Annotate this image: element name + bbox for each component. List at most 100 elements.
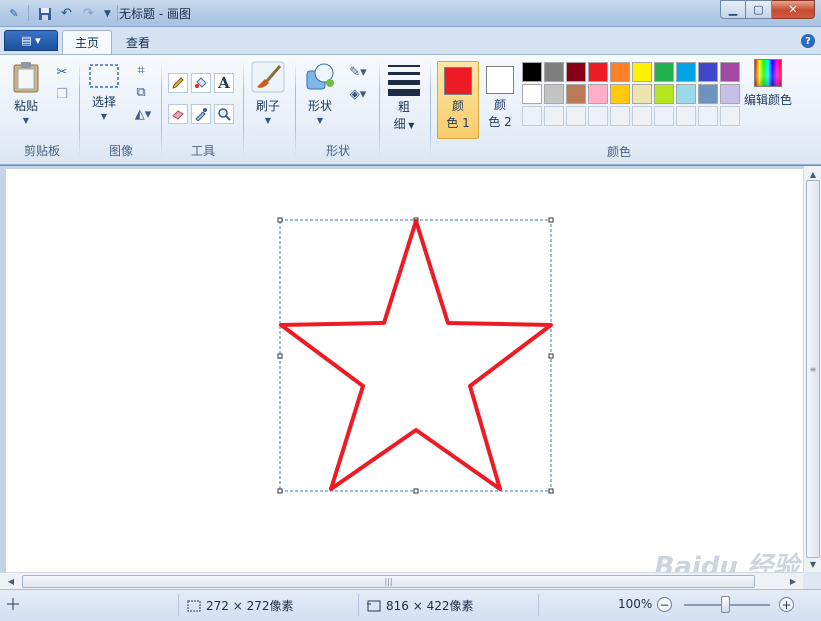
selection-size-item: 272 × 272像素 xyxy=(186,597,294,614)
selection-rectangle-icon xyxy=(89,64,119,88)
palette-swatch[interactable] xyxy=(632,84,652,104)
palette-swatch[interactable] xyxy=(720,84,740,104)
status-bar: 272 × 272像素 816 × 422像素 100% − + xyxy=(0,589,821,621)
scroll-left-icon[interactable]: ◀ xyxy=(3,573,19,589)
tab-home[interactable]: 主页 xyxy=(62,30,113,54)
palette-swatch[interactable] xyxy=(522,62,542,82)
palette-swatch[interactable] xyxy=(676,62,696,82)
palette-swatch[interactable] xyxy=(566,106,586,126)
scroll-right-icon[interactable]: ▶ xyxy=(785,573,801,589)
cut-icon[interactable]: ✂ xyxy=(53,63,71,81)
size-group[interactable]: 粗 细 ▼ xyxy=(382,55,428,163)
edit-colors-label: 编辑颜色 xyxy=(744,93,793,107)
resize-icon[interactable]: ⧉ xyxy=(132,83,150,101)
palette-swatch[interactable] xyxy=(544,106,564,126)
magnifier-icon[interactable] xyxy=(214,104,234,124)
palette-swatch[interactable] xyxy=(566,62,586,82)
palette-swatch[interactable] xyxy=(676,106,696,126)
color2-swatch xyxy=(486,66,514,94)
minimize-button[interactable]: ▁ xyxy=(720,0,746,19)
drawing-canvas[interactable] xyxy=(6,169,803,572)
color-palette xyxy=(521,61,741,127)
palette-swatch[interactable] xyxy=(720,106,740,126)
palette-swatch[interactable] xyxy=(522,84,542,104)
shapes-group: 形状 ▼ ✎▾ ◈▾ 形状 xyxy=(298,55,378,163)
help-icon[interactable]: ? xyxy=(801,34,815,48)
save-icon[interactable] xyxy=(36,5,53,22)
zoom-level: 100% xyxy=(618,597,653,611)
status-separator xyxy=(178,594,179,616)
brushes-button[interactable]: 刷子 ▼ xyxy=(251,61,285,125)
window-controls: ▁ ▢ ✕ xyxy=(720,0,815,19)
palette-swatch[interactable] xyxy=(588,106,608,126)
horizontal-scroll-thumb[interactable]: ||| xyxy=(22,575,755,588)
scroll-down-icon[interactable]: ▼ xyxy=(805,556,821,572)
group-divider xyxy=(243,61,244,157)
group-divider xyxy=(430,61,431,157)
palette-swatch[interactable] xyxy=(654,62,674,82)
palette-swatch[interactable] xyxy=(566,84,586,104)
undo-icon[interactable]: ↶ xyxy=(58,5,75,22)
palette-swatch[interactable] xyxy=(588,84,608,104)
palette-swatch[interactable] xyxy=(654,106,674,126)
palette-swatch[interactable] xyxy=(720,62,740,82)
vertical-scrollbar[interactable]: ▲ ≡ ▼ xyxy=(803,166,821,572)
palette-swatch[interactable] xyxy=(654,84,674,104)
color2-button[interactable]: 颜色 2 xyxy=(479,61,521,139)
zoom-in-button[interactable]: + xyxy=(779,597,794,612)
palette-swatch[interactable] xyxy=(610,62,630,82)
palette-swatch[interactable] xyxy=(698,62,718,82)
status-separator xyxy=(538,594,539,616)
maximize-button[interactable]: ▢ xyxy=(746,0,772,19)
vertical-scroll-thumb[interactable]: ≡ xyxy=(806,180,820,558)
color1-button[interactable]: 颜色 1 xyxy=(437,61,479,139)
palette-swatch[interactable] xyxy=(544,62,564,82)
fill-bucket-icon[interactable] xyxy=(191,73,211,93)
tab-view[interactable]: 查看 xyxy=(114,30,162,54)
crop-icon[interactable]: ⌗ xyxy=(132,61,150,79)
window-title: 无标题 - 画图 xyxy=(119,7,191,21)
tools-group: A 工具 xyxy=(164,55,242,163)
zoom-out-button[interactable]: − xyxy=(657,597,672,612)
canvas-workarea xyxy=(0,166,803,572)
outline-dropdown-icon[interactable]: ✎▾ xyxy=(344,63,372,81)
palette-swatch[interactable] xyxy=(522,106,542,126)
palette-swatch[interactable] xyxy=(698,106,718,126)
shapes-button[interactable]: 形状 ▼ xyxy=(304,61,336,125)
close-button[interactable]: ✕ xyxy=(772,0,815,19)
image-group: 选择 ▼ ⌗ ⧉ ◭▾ 图像 xyxy=(82,55,160,163)
edit-colors-button[interactable]: 编辑颜色 xyxy=(744,59,792,108)
redo-icon[interactable]: ↷ xyxy=(80,5,97,22)
cursor-position-icon xyxy=(6,597,20,611)
color1-swatch xyxy=(444,67,472,95)
pencil-icon[interactable] xyxy=(168,73,188,93)
select-button[interactable]: 选择 ▼ xyxy=(88,63,120,121)
palette-swatch[interactable] xyxy=(632,106,652,126)
paint-logo-icon[interactable]: ✎ xyxy=(4,4,24,22)
palette-swatch[interactable] xyxy=(610,106,630,126)
palette-swatch[interactable] xyxy=(676,84,696,104)
palette-swatch[interactable] xyxy=(610,84,630,104)
eraser-icon[interactable] xyxy=(168,104,188,124)
palette-swatch[interactable] xyxy=(588,62,608,82)
palette-swatch[interactable] xyxy=(698,84,718,104)
rotate-icon[interactable]: ◭▾ xyxy=(130,105,156,123)
horizontal-scrollbar[interactable]: ◀ ||| ▶ xyxy=(0,572,803,589)
clipboard-group: 粘贴 ▼ ✂ ❐ 剪贴板 xyxy=(6,55,78,163)
zoom-slider-thumb[interactable] xyxy=(721,596,730,613)
title-separator xyxy=(117,5,118,21)
palette-swatch[interactable] xyxy=(544,84,564,104)
customize-quick-access-dropdown-icon[interactable]: ▼ xyxy=(99,5,116,22)
selection-size-text: 272 × 272像素 xyxy=(206,599,294,613)
fill-dropdown-icon[interactable]: ◈▾ xyxy=(344,85,372,103)
paste-button[interactable]: 粘贴 ▼ xyxy=(12,61,40,125)
color-picker-icon[interactable] xyxy=(191,104,211,124)
colors-group-label: 颜色 xyxy=(606,145,631,159)
text-tool-icon[interactable]: A xyxy=(214,73,234,93)
brushes-label: 刷子 xyxy=(255,99,280,113)
copy-icon[interactable]: ❐ xyxy=(53,85,71,103)
palette-swatch[interactable] xyxy=(632,62,652,82)
app-menu-button[interactable]: ▤ ▾ xyxy=(4,30,58,51)
brush-icon xyxy=(251,61,285,93)
clipboard-icon xyxy=(13,62,39,93)
